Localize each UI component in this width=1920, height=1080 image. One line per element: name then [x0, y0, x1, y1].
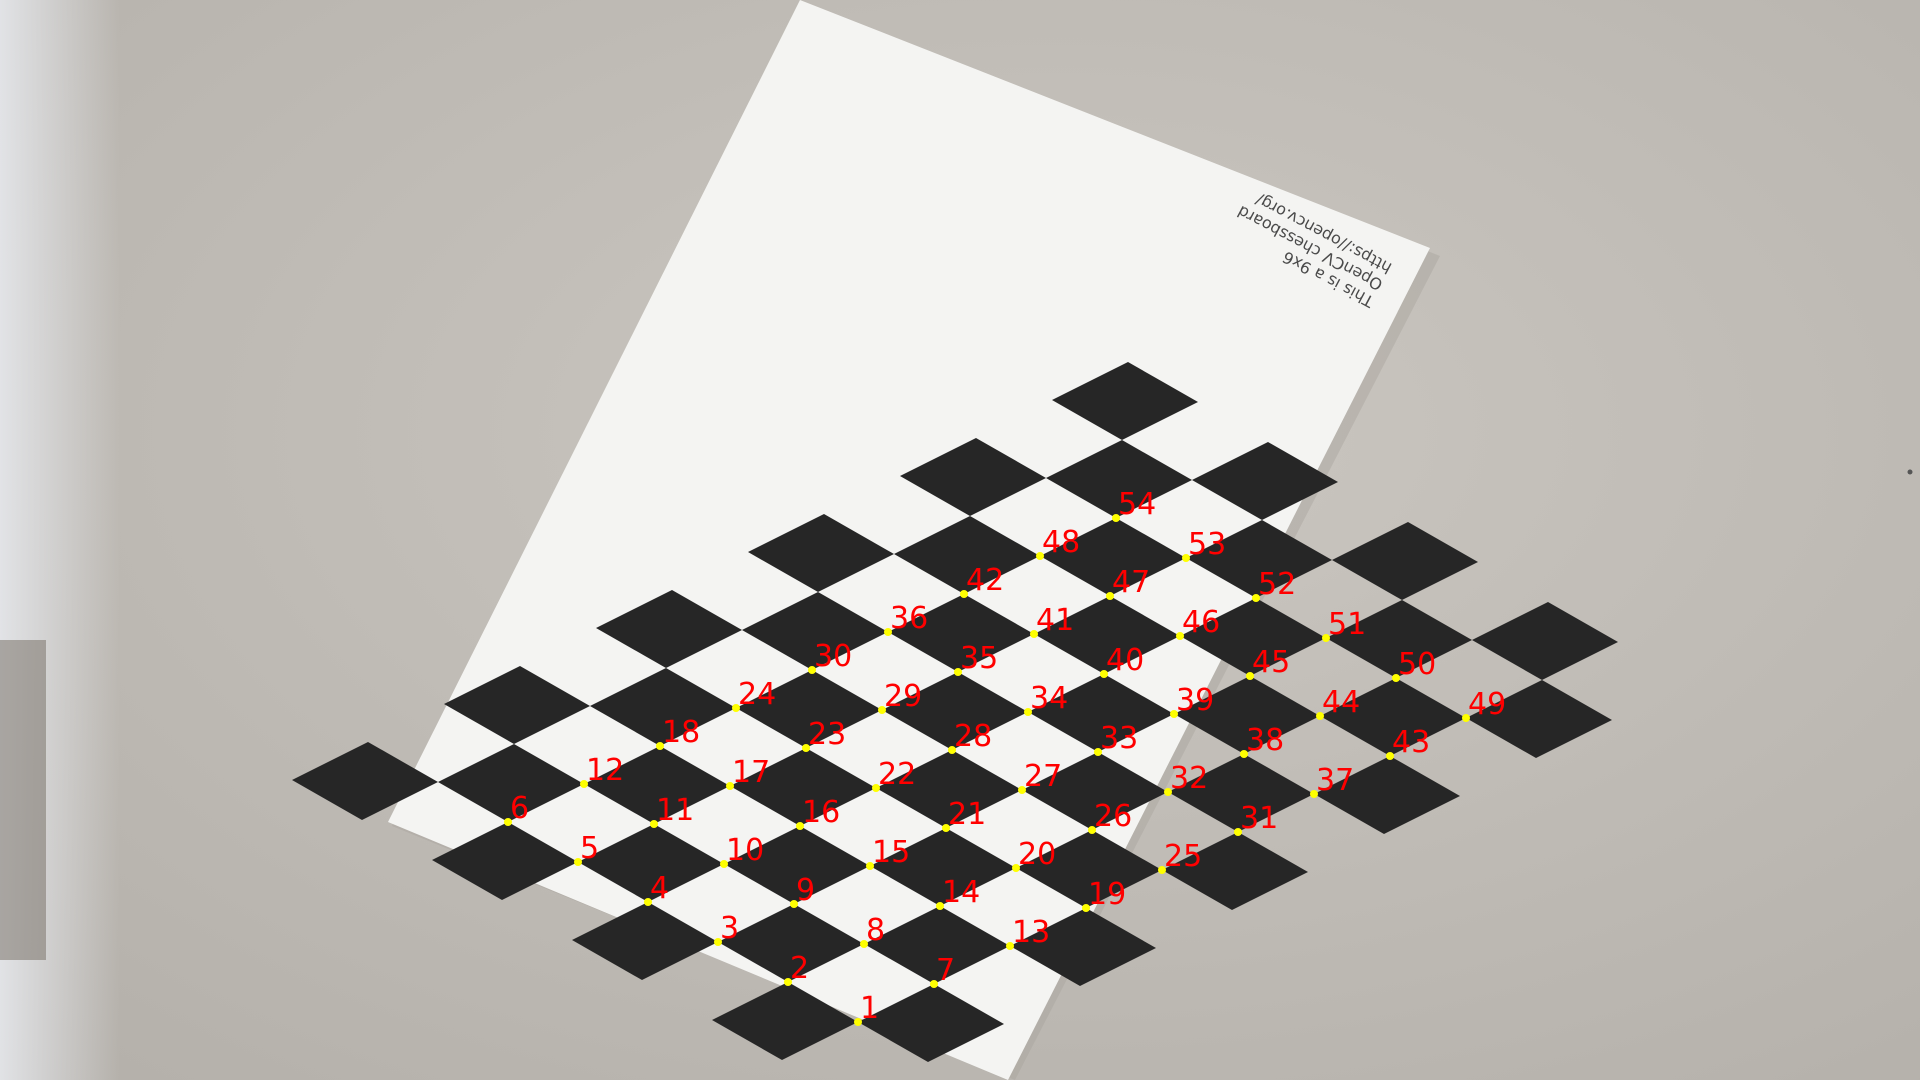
corner-label: 49 [1468, 687, 1506, 722]
corner-label: 23 [808, 717, 846, 752]
corner-label: 45 [1252, 645, 1290, 680]
corner-label: 13 [1012, 915, 1050, 950]
corner-label: 25 [1164, 839, 1202, 874]
corner-label: 53 [1188, 527, 1226, 562]
corner-label: 34 [1030, 681, 1068, 716]
corner-label: 29 [884, 679, 922, 714]
corner-label: 41 [1036, 603, 1074, 638]
corner-label: 31 [1240, 801, 1278, 836]
corner-label: 18 [662, 715, 700, 750]
corner-label: 24 [738, 677, 776, 712]
corner-label: 47 [1112, 565, 1150, 600]
corner-label: 16 [802, 795, 840, 830]
corner-label: 37 [1316, 763, 1354, 798]
corner-label: 39 [1176, 683, 1214, 718]
corner-label: 21 [948, 797, 986, 832]
corner-label: 36 [890, 601, 928, 636]
corner-label: 43 [1392, 725, 1430, 760]
corner-label: 22 [878, 757, 916, 792]
corner-label: 32 [1170, 761, 1208, 796]
corner-label: 17 [732, 755, 770, 790]
corner-label: 7 [936, 953, 955, 988]
corner-label: 28 [954, 719, 992, 754]
corner-label: 50 [1398, 647, 1436, 682]
corner-label: 14 [942, 875, 980, 910]
corner-label: 19 [1088, 877, 1126, 912]
corner-label: 6 [510, 791, 529, 826]
corner-label: 48 [1042, 525, 1080, 560]
blurred-dark-object [0, 640, 46, 960]
corner-label: 33 [1100, 721, 1138, 756]
corner-label: 42 [966, 563, 1004, 598]
corner-label: 44 [1322, 685, 1360, 720]
corner-label: 2 [790, 951, 809, 986]
corner-label: 5 [580, 831, 599, 866]
corner-label: 54 [1118, 487, 1156, 522]
wall-speck [1907, 469, 1913, 475]
corner-label: 9 [796, 873, 815, 908]
corner-label: 40 [1106, 643, 1144, 678]
corner-label: 35 [960, 641, 998, 676]
corner-label: 38 [1246, 723, 1284, 758]
corner-label: 3 [720, 911, 739, 946]
corner-label: 10 [726, 833, 764, 868]
calibration-photo: This is a 9x6 OpenCV chessboard https://… [0, 0, 1920, 1080]
corner-label: 1 [860, 991, 879, 1026]
corner-label: 52 [1258, 567, 1296, 602]
corner-label: 26 [1094, 799, 1132, 834]
corner-label: 27 [1024, 759, 1062, 794]
corner-label: 46 [1182, 605, 1220, 640]
corner-label: 20 [1018, 837, 1056, 872]
corner-label: 8 [866, 913, 885, 948]
corner-label: 4 [650, 871, 669, 906]
corner-label: 11 [656, 793, 694, 828]
corner-label: 12 [586, 753, 624, 788]
corner-label: 51 [1328, 607, 1366, 642]
corner-label: 30 [814, 639, 852, 674]
corner-label: 15 [872, 835, 910, 870]
